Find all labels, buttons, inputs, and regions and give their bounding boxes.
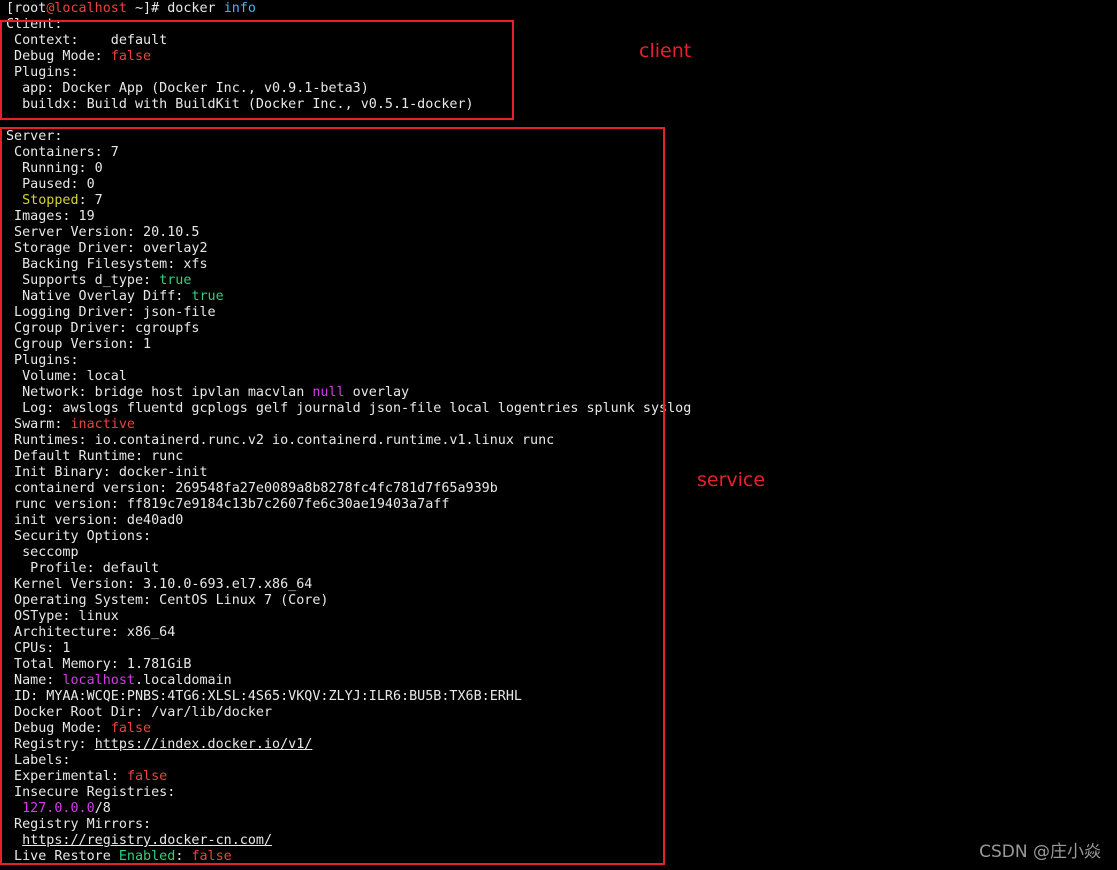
server-highlight-box (0, 127, 665, 865)
prompt-user: root (14, 1, 47, 16)
prompt-rest: ~]# docker (126, 1, 224, 16)
prompt-line: [root@localhost ~]# docker info (6, 1, 256, 16)
prompt-arg: info (223, 1, 256, 16)
service-annotation: service (697, 469, 766, 491)
client-annotation: client (639, 40, 692, 62)
csdn-watermark: CSDN @庄小焱 (979, 842, 1101, 862)
prompt-host: localhost (54, 1, 127, 16)
client-highlight-box (0, 20, 514, 120)
